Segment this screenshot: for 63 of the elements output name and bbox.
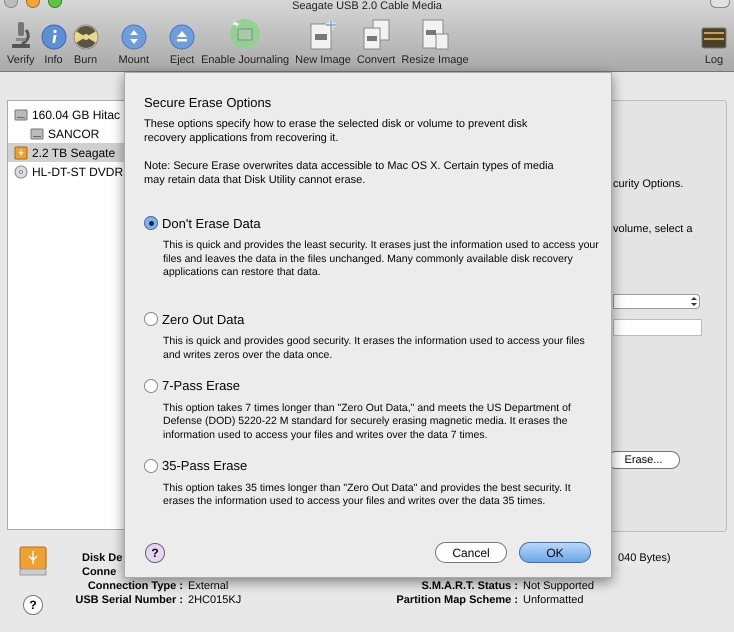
info-value: External — [188, 579, 230, 593]
toolbar-button[interactable]: Enable Journaling — [198, 12, 292, 68]
toolbar-button[interactable]: Log — [698, 12, 730, 68]
toolbar-button[interactable]: Resize Image — [398, 12, 472, 68]
radio-button[interactable] — [144, 216, 158, 230]
info-value: 040 Bytes) — [618, 551, 671, 565]
radiation-icon — [72, 24, 99, 50]
info-label: Partition Map Scheme : — [395, 593, 518, 607]
up-down-arrows-icon — [689, 295, 699, 308]
sidebar-item-label: SANCOR — [48, 126, 100, 142]
hard-drive-icon — [14, 108, 28, 122]
up-down-arrows-icon — [120, 24, 147, 50]
help-button[interactable]: ? — [145, 542, 165, 562]
sheet-title: Secure Erase Options — [144, 94, 272, 112]
toolbar-button[interactable]: Convert — [354, 12, 398, 68]
info-label: S.M.A.R.T. Status : — [420, 579, 518, 593]
info-value: 2HC015KJ — [188, 593, 242, 607]
hard-drive-icon — [30, 126, 44, 140]
eject-icon — [169, 24, 196, 50]
window-title: Seagate USB 2.0 Cable Media — [292, 0, 442, 12]
option-description: This is quick and provides the least security. It erases just the information used to access your files and leaves the data in the files unchanged. Many commonly available disk recovery applications can restore that data. — [163, 239, 600, 280]
name-field[interactable] — [613, 319, 702, 336]
option-label[interactable]: Zero Out Data — [162, 310, 244, 329]
toolbar-button[interactable]: Eject — [166, 12, 198, 68]
documents-icon — [361, 18, 392, 50]
info-label: Connection Type : — [86, 579, 183, 593]
option-label[interactable]: 7-Pass Erase — [162, 376, 240, 396]
format-popup[interactable] — [613, 294, 700, 309]
help-button[interactable]: ? — [23, 595, 43, 615]
toolbar-button[interactable]: Mount — [116, 12, 152, 68]
sidebar-item-label: HL-DT-ST DVDR — [32, 164, 124, 180]
info-value: Not Supported — [523, 579, 594, 593]
toolbar-button[interactable]: New Image — [292, 12, 354, 68]
info-value: Unformatted — [523, 593, 584, 607]
option-description: This is quick and provides good security. It erases the information used to access your files and writes zeros over the data once. — [163, 335, 586, 362]
new-document-icon — [308, 18, 338, 50]
sidebar-item-label: 160.04 GB Hitac — [32, 106, 120, 124]
radio-button[interactable] — [144, 378, 158, 393]
cancel-button[interactable]: Cancel — [435, 542, 507, 563]
intro-text: These options specify how to erase the selected disk or volume to prevent disk recovery applications from recovering it. — [144, 116, 528, 144]
ok-button[interactable]: OK — [519, 542, 591, 563]
info-label: USB Serial Number : — [74, 593, 183, 607]
info-label: Conne — [82, 565, 116, 579]
option-description: This option takes 7 times longer than "Zero Out Data," and meets the US Department of Defense (DOD) 5220-22 M standard for securely erasing magnetic media. It erases the information used to access your files and writes over the data 7 times. — [163, 402, 572, 442]
usb-drive-icon — [14, 146, 28, 160]
usb-drive-icon — [19, 545, 47, 577]
documents-icon — [420, 18, 450, 50]
toolbar-button[interactable]: Info — [38, 12, 70, 68]
option-label[interactable]: 35-Pass Erase — [162, 456, 248, 476]
toolbar-button[interactable]: Verify — [4, 12, 38, 68]
radio-button[interactable] — [144, 312, 158, 326]
instruction-text: curity Options. — [613, 177, 684, 192]
option-label[interactable]: Don't Erase Data — [162, 214, 261, 233]
info-label: Disk De — [82, 551, 122, 565]
optical-disc-icon — [14, 164, 28, 178]
option-description: This option takes 35 times longer than "Zero Out Data" and provides the best security. It erases the information used to access your files and writes over the data 35 times. — [163, 482, 572, 508]
sidebar-item-label: 2.2 TB Seagate — [32, 144, 116, 162]
toolbar-button[interactable]: Burn — [70, 12, 102, 68]
console-icon — [701, 26, 727, 50]
disk-sparkle-icon — [229, 18, 262, 50]
radio-button[interactable] — [144, 458, 158, 473]
instruction-text: volume, select a — [613, 222, 694, 236]
info-icon — [40, 24, 67, 50]
